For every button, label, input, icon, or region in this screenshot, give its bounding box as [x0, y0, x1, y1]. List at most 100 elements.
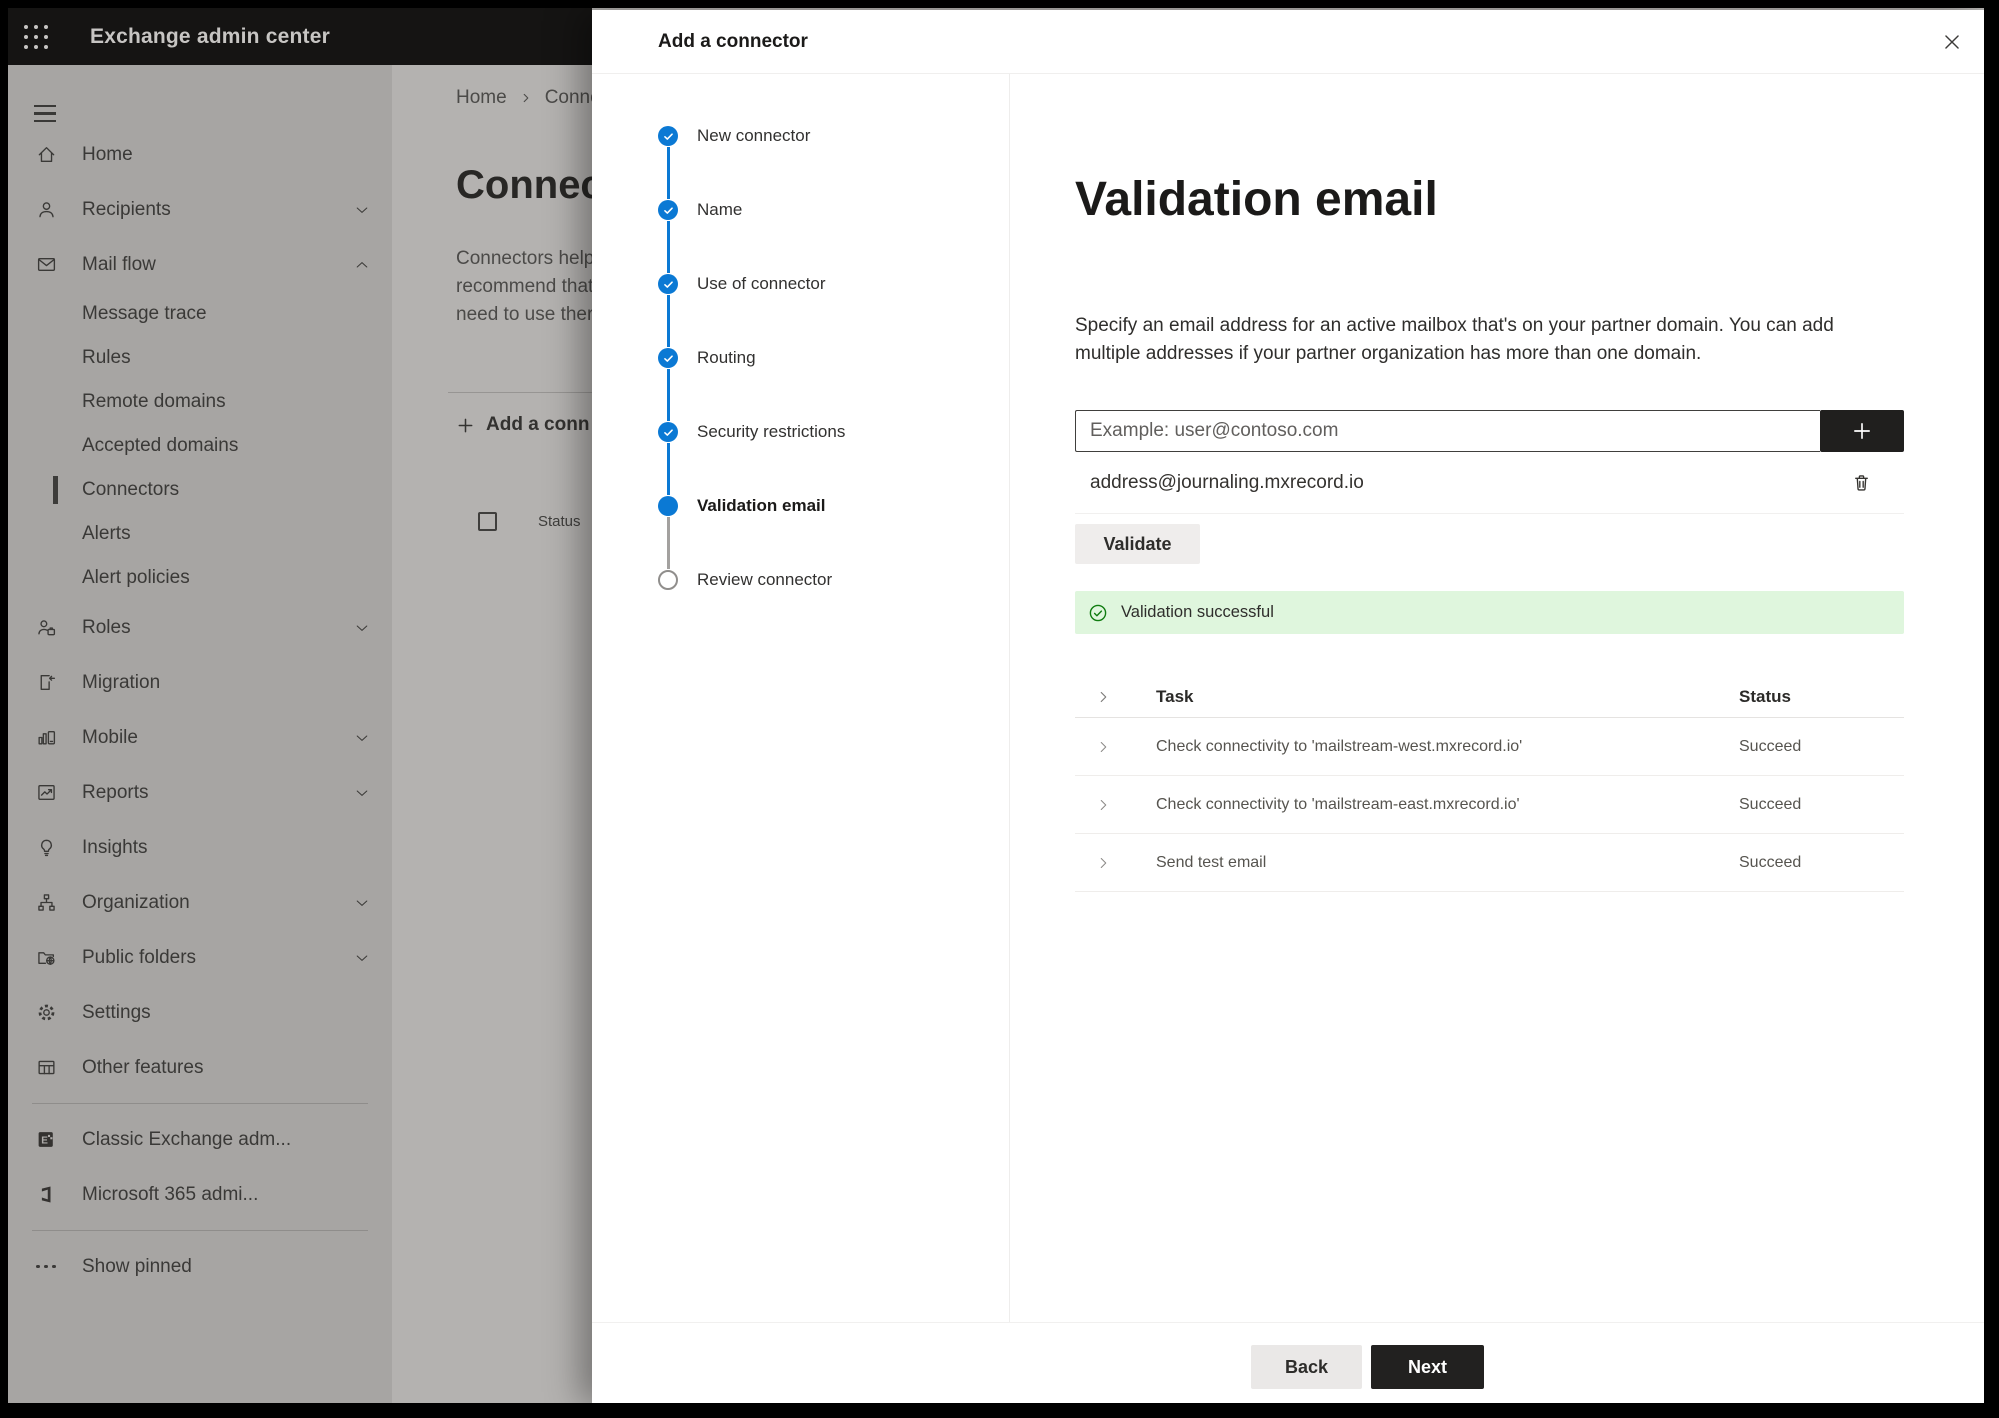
gear-icon [34, 1001, 58, 1025]
hamburger-menu-icon[interactable] [34, 105, 56, 127]
validate-button[interactable]: Validate [1075, 524, 1200, 564]
email-input[interactable] [1075, 410, 1820, 452]
sidebar-item-classic-exchange[interactable]: E Classic Exchange adm... [8, 1112, 392, 1167]
chevron-down-icon [354, 895, 370, 911]
sidebar-item-show-pinned[interactable]: Show pinned [8, 1239, 392, 1294]
sidebar-item-settings[interactable]: Settings [8, 985, 392, 1040]
mail-icon [34, 253, 58, 277]
sidebar-item-insights[interactable]: Insights [8, 820, 392, 875]
lightbulb-icon [34, 836, 58, 860]
sidebar-item-remote-domains[interactable]: Remote domains [8, 380, 392, 424]
plus-icon [456, 416, 475, 435]
sidebar-item-rules[interactable]: Rules [8, 336, 392, 380]
table-header-row: Task Status [1075, 676, 1904, 718]
task-column-header: Task [1156, 686, 1194, 706]
chevron-down-icon [354, 202, 370, 218]
step-validation-email[interactable]: Validation email [592, 486, 1009, 526]
sidebar-divider [32, 1103, 368, 1104]
task-cell: Check connectivity to 'mailstream-east.m… [1156, 795, 1520, 813]
wizard-steps: New connector Name Use of connector Rout… [592, 74, 1010, 1322]
sidebar-item-message-trace[interactable]: Message trace [8, 292, 392, 336]
sidebar: Home Recipients Mail flow Message trace … [8, 65, 392, 1403]
status-column-header: Status [538, 513, 581, 530]
sidebar-item-other-features[interactable]: Other features [8, 1040, 392, 1095]
expand-row-icon[interactable] [1096, 797, 1111, 812]
app-window: Exchange admin center Home Recipients Ma… [8, 8, 1984, 1403]
add-connector-button[interactable]: Add a conn [456, 411, 589, 439]
step-done-icon [658, 200, 678, 220]
sidebar-item-migration[interactable]: Migration [8, 655, 392, 710]
sidebar-item-mail-flow[interactable]: Mail flow [8, 237, 392, 292]
screen: Exchange admin center Home Recipients Ma… [0, 0, 1999, 1418]
trash-icon [1855, 475, 1868, 491]
status-cell: Succeed [1739, 737, 1802, 755]
sidebar-item-public-folders[interactable]: Public folders [8, 930, 392, 985]
step-done-icon [658, 422, 678, 442]
chevron-down-icon [354, 950, 370, 966]
step-done-icon [658, 126, 678, 146]
page-description: Connectors help recommend that need to u… [456, 248, 592, 325]
sidebar-item-connectors[interactable]: Connectors [8, 468, 392, 512]
back-button[interactable]: Back [1251, 1345, 1362, 1389]
breadcrumb-chevron-icon [520, 92, 532, 104]
step-use-of-connector[interactable]: Use of connector [592, 264, 1009, 304]
add-connector-panel: Add a connector New connector Name Use o… [592, 10, 1984, 1403]
panel-main: Validation email Specify an email addres… [1011, 74, 1984, 1322]
step-review-connector[interactable]: Review connector [592, 560, 1009, 600]
expand-row-icon[interactable] [1096, 855, 1111, 870]
chevron-down-icon [354, 620, 370, 636]
line-chart-icon [34, 781, 58, 805]
sidebar-item-recipients[interactable]: Recipients [8, 182, 392, 237]
folder-globe-icon [34, 946, 58, 970]
chevron-down-icon [354, 785, 370, 801]
step-current-icon [658, 496, 678, 516]
background-page: Home Conne Connec Connectors help recomm… [392, 65, 592, 1403]
sidebar-item-m365-admin[interactable]: Microsoft 365 admi... [8, 1167, 392, 1222]
migration-icon [34, 671, 58, 695]
panel-footer: Back Next [592, 1322, 1984, 1403]
status-cell: Succeed [1739, 853, 1802, 871]
validation-success-banner: Validation successful [1075, 591, 1904, 634]
add-address-button[interactable] [1820, 410, 1904, 452]
roles-icon [34, 616, 58, 640]
banner-message: Validation successful [1121, 603, 1274, 621]
breadcrumb-home[interactable]: Home [456, 87, 507, 109]
svg-text:E: E [41, 1135, 48, 1146]
mobile-icon [34, 726, 58, 750]
next-button[interactable]: Next [1371, 1345, 1484, 1389]
sidebar-item-alert-policies[interactable]: Alert policies [8, 556, 392, 600]
step-done-icon [658, 348, 678, 368]
step-new-connector[interactable]: New connector [592, 116, 1009, 156]
success-check-icon [1088, 603, 1108, 623]
step-done-icon [658, 274, 678, 294]
step-security-restrictions[interactable]: Security restrictions [592, 412, 1009, 452]
breadcrumb-current: Conne [544, 87, 592, 108]
sidebar-item-roles[interactable]: Roles [8, 600, 392, 655]
table-row: Check connectivity to 'mailstream-east.m… [1075, 776, 1904, 834]
expand-row-icon[interactable] [1096, 739, 1111, 754]
select-all-checkbox[interactable] [478, 512, 497, 531]
close-button[interactable] [1934, 24, 1970, 60]
sidebar-item-organization[interactable]: Organization [8, 875, 392, 930]
ellipsis-icon [34, 1255, 58, 1279]
sidebar-item-home[interactable]: Home [8, 127, 392, 182]
chevron-up-icon [354, 257, 370, 273]
panel-title: Add a connector [658, 30, 808, 52]
sidebar-item-alerts[interactable]: Alerts [8, 512, 392, 556]
panel-header: Add a connector [592, 10, 1984, 74]
delete-address-button[interactable] [1851, 472, 1872, 493]
sidebar-item-mobile[interactable]: Mobile [8, 710, 392, 765]
chevron-right-icon[interactable] [1096, 689, 1111, 704]
step-routing[interactable]: Routing [592, 338, 1009, 378]
breadcrumb: Home Conne [456, 87, 592, 109]
step-name[interactable]: Name [592, 190, 1009, 230]
sidebar-item-reports[interactable]: Reports [8, 765, 392, 820]
sidebar-item-accepted-domains[interactable]: Accepted domains [8, 424, 392, 468]
close-icon [1945, 35, 1959, 49]
sidebar-divider [32, 1230, 368, 1231]
step-heading: Validation email [1075, 173, 1438, 226]
table-row: Send test email Succeed [1075, 834, 1904, 892]
table-grid-icon [34, 1056, 58, 1080]
app-launcher-icon[interactable] [23, 24, 49, 50]
person-icon [34, 198, 58, 222]
